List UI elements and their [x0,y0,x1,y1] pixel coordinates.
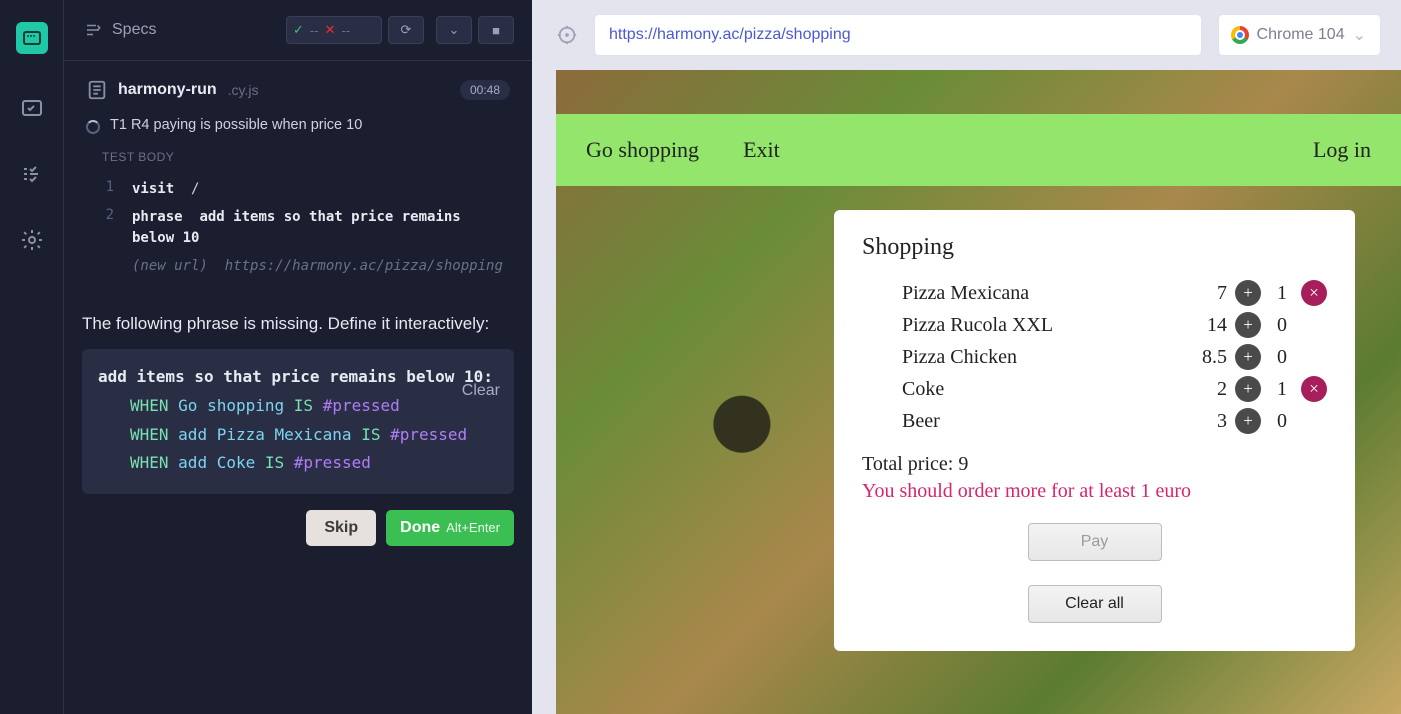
add-button[interactable]: + [1235,376,1261,402]
item-price: 14 [1177,314,1227,337]
item-qty: 0 [1271,410,1293,433]
specs-breadcrumb[interactable]: Specs [84,21,274,39]
item-price: 3 [1177,410,1227,433]
item-name: Pizza Rucola XXL [862,314,1177,337]
test-body-label: TEST BODY [64,144,532,172]
item-name: Pizza Mexicana [862,282,1177,305]
nav-go-shopping[interactable]: Go shopping [586,137,699,163]
reload-button[interactable]: ⟳ [388,16,424,44]
line-number: 2 [100,207,114,250]
skip-button[interactable]: Skip [306,510,376,546]
check-icon: ✓ [293,22,304,38]
runs-icon[interactable] [20,162,44,186]
phrase-prompt: The following phrase is missing. Define … [82,311,514,337]
specs-icon[interactable] [20,96,44,120]
item-qty: 1 [1271,378,1293,401]
spec-header: harmony-run .cy.js 00:48 [64,61,532,113]
pay-button[interactable]: Pay [1028,523,1162,561]
item-name: Pizza Chicken [862,346,1177,369]
phrase-step[interactable]: WHEN add Coke IS #pressed [98,449,498,478]
item-price: 7 [1177,282,1227,305]
runner-panel: Specs ✓-- ✕-- ⟳ ⌄ ■ harmony-run .cy.js 00… [64,0,532,714]
phrase-name: add items so that price remains below 10… [98,363,498,392]
add-button[interactable]: + [1235,408,1261,434]
browser-name: Chrome 104 [1257,26,1345,44]
item-name: Beer [862,410,1177,433]
phrase-definition-panel: The following phrase is missing. Define … [64,295,532,565]
spec-filename: harmony-run [118,81,217,99]
item-row: Pizza Mexicana7 +1 × [862,277,1327,309]
item-qty: 0 [1271,346,1293,369]
spec-file-ext: .cy.js [228,82,259,98]
line-number: 1 [100,179,114,201]
clear-all-button[interactable]: Clear all [1028,585,1162,623]
selector-target-icon[interactable] [556,24,578,46]
shopping-card: Shopping Pizza Mexicana7 +1 × Pizza Rucola … [834,210,1355,651]
test-title: T1 R4 paying is possible when price 10 [110,117,362,133]
item-row: Pizza Chicken8.5 +0 [862,341,1327,373]
runner-toolbar: Specs ✓-- ✕-- ⟳ ⌄ ■ [64,0,532,61]
item-qty: 1 [1271,282,1293,305]
app-nav: Go shopping Exit Log in [556,114,1401,186]
item-row: Beer3 +0 [862,405,1327,437]
item-qty: 0 [1271,314,1293,337]
reload-icon: ⟳ [401,22,412,38]
item-row: Coke2 +1 × [862,373,1327,405]
settings-icon[interactable] [20,228,44,252]
add-button[interactable]: + [1235,280,1261,306]
add-button[interactable]: + [1235,312,1261,338]
expand-button[interactable]: ⌄ [436,16,472,44]
item-row: Pizza Rucola XXL14 +0 [862,309,1327,341]
elapsed-timer: 00:48 [460,80,510,100]
x-icon: ✕ [325,22,336,38]
phrase-editor[interactable]: Clear add items so that price remains be… [82,349,514,494]
browser-selector[interactable]: Chrome 104 ⌄ [1218,14,1381,56]
command-comment: (new url) https://harmony.ac/pizza/shopp… [86,253,510,281]
item-price: 8.5 [1177,346,1227,369]
total-row: Total price: 9 [862,453,1327,476]
file-icon [86,79,108,101]
app-logo [16,22,48,54]
remove-button[interactable]: × [1301,280,1327,306]
chevron-down-icon: ⌄ [449,22,460,38]
stop-icon: ■ [492,23,500,38]
add-button[interactable]: + [1235,344,1261,370]
browser-bar: https://harmony.ac/pizza/shopping Chrome… [532,0,1401,70]
item-name: Coke [862,378,1177,401]
chrome-icon [1231,26,1249,44]
spinner-icon [86,120,100,134]
min-order-warning: You should order more for at least 1 eur… [862,480,1327,503]
phrase-step[interactable]: WHEN add Pizza Mexicana IS #pressed [98,421,498,450]
command-log: 1 visit / 2 phrase add items so that pri… [64,172,532,295]
total-value: 9 [958,453,968,475]
test-title-row[interactable]: T1 R4 paying is possible when price 10 [64,113,532,144]
chevron-down-icon: ⌄ [1353,25,1366,45]
done-button[interactable]: Done Alt+Enter [386,510,514,546]
activity-bar [0,0,64,714]
test-status-summary[interactable]: ✓-- ✕-- [286,16,382,44]
card-title: Shopping [862,234,1327,261]
item-price: 2 [1177,378,1227,401]
done-label: Done [400,519,440,537]
app-preview: https://harmony.ac/pizza/shopping Chrome… [532,0,1401,714]
phrase-step[interactable]: WHEN Go shopping IS #pressed [98,392,498,421]
remove-button[interactable]: × [1301,376,1327,402]
done-shortcut: Alt+Enter [446,520,500,535]
stop-button[interactable]: ■ [478,16,514,44]
nav-exit[interactable]: Exit [743,137,780,163]
clear-link[interactable]: Clear [462,377,500,406]
command-row[interactable]: 1 visit / [86,176,510,204]
nav-login[interactable]: Log in [1313,137,1371,163]
app-viewport: Go shopping Exit Log in Shopping Pizza M… [556,70,1401,714]
url-bar[interactable]: https://harmony.ac/pizza/shopping [594,14,1202,56]
command-row[interactable]: 2 phrase add items so that price remains… [86,204,510,253]
